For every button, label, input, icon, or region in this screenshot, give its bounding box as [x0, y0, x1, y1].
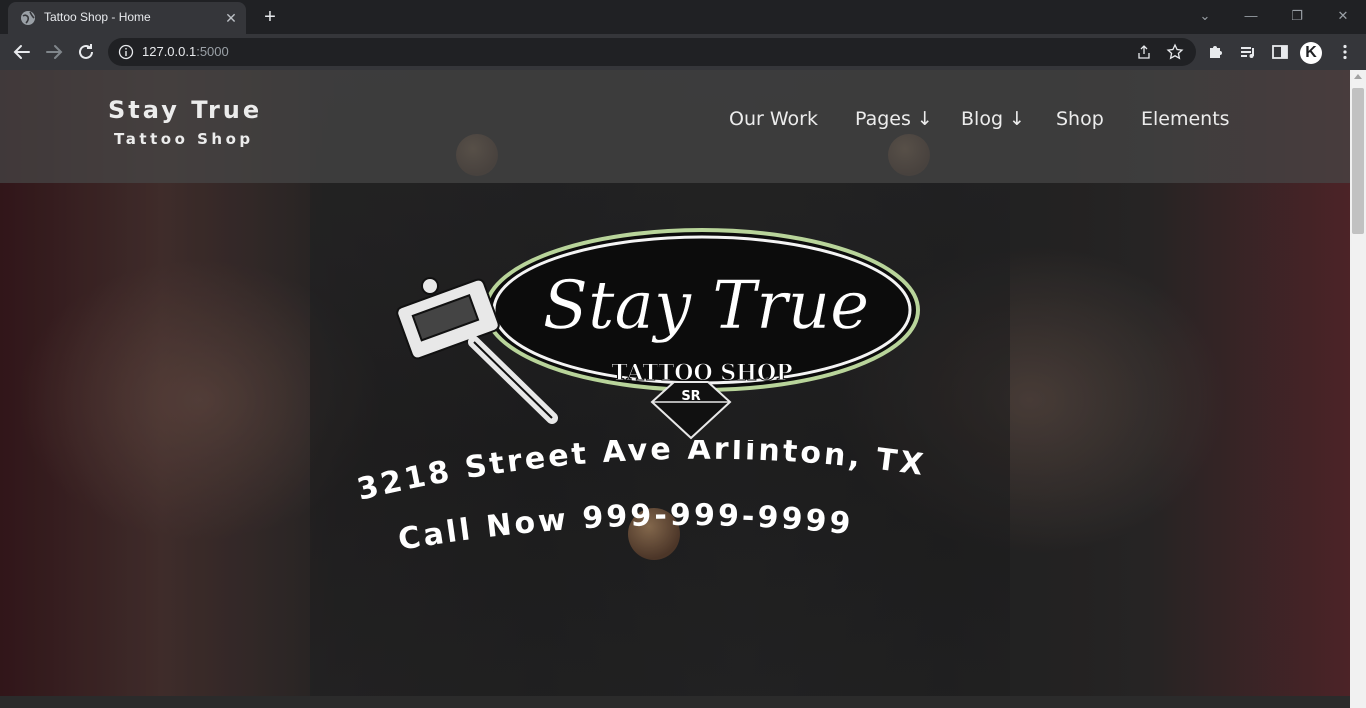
tab-title: Tattoo Shop - Home [44, 10, 151, 24]
new-tab-button[interactable]: + [259, 6, 281, 28]
globe-icon [21, 11, 35, 25]
extensions-puzzle-icon[interactable] [1206, 42, 1226, 62]
shop-logo: Stay True TATTOO SHOP SR [396, 228, 920, 440]
url-text: 127.0.0.1:5000 [142, 44, 229, 59]
logo-monogram: SR [681, 389, 700, 404]
nav-pages[interactable]: Pages ↓ [855, 108, 933, 130]
brand-title[interactable]: Stay True [108, 96, 262, 124]
minimize-button[interactable]: — [1236, 4, 1266, 28]
back-arrow-icon[interactable] [10, 40, 34, 64]
tab-close-icon[interactable]: ✕ [222, 9, 240, 27]
logo-script-text: Stay True [543, 267, 870, 344]
page-bottom-strip [0, 696, 1350, 708]
media-playlist-icon[interactable] [1238, 42, 1258, 62]
site-header: Stay True Tattoo Shop Our Work Pages ↓ B… [0, 70, 1350, 183]
phone-text: Call Now 999-999-9999 [396, 498, 855, 558]
nav-our-work[interactable]: Our Work [729, 108, 818, 130]
close-window-button[interactable]: ✕ [1328, 4, 1358, 28]
address-bar[interactable]: 127.0.0.1:5000 [108, 38, 1196, 66]
page-scrollbar[interactable] [1350, 70, 1366, 708]
address-curved-text: 3218 Street Ave Arlinton, TX Call Now 99… [354, 440, 928, 558]
browser-toolbar: 127.0.0.1:5000 K [0, 34, 1366, 70]
reload-icon[interactable] [74, 40, 98, 64]
browser-tab[interactable]: Tattoo Shop - Home ✕ [8, 2, 246, 34]
browser-menu-icon[interactable] [1336, 43, 1354, 61]
forward-arrow-icon[interactable] [42, 40, 66, 64]
address-path-text: 3218 Street Ave Arlinton, TX [354, 440, 925, 508]
tab-search-dropdown-icon[interactable]: ⌄ [1190, 4, 1220, 28]
phone-path-text: Call Now 999-999-9999 [396, 498, 852, 558]
nav-elements[interactable]: Elements [1141, 108, 1230, 130]
profile-avatar[interactable]: K [1300, 42, 1322, 64]
page-viewport: Stay True Tattoo Shop Our Work Pages ↓ B… [0, 70, 1350, 696]
share-icon[interactable] [1136, 44, 1152, 60]
site-info-icon[interactable] [118, 44, 134, 60]
nav-shop[interactable]: Shop [1056, 108, 1104, 130]
restore-button[interactable]: ❐ [1282, 4, 1312, 28]
bookmark-star-icon[interactable] [1166, 43, 1184, 61]
nav-blog[interactable]: Blog ↓ [961, 108, 1025, 130]
side-panel-icon[interactable] [1270, 42, 1290, 62]
browser-tab-strip: Tattoo Shop - Home ✕ + ⌄ — ❐ ✕ [0, 0, 1366, 34]
scrollbar-thumb[interactable] [1352, 88, 1364, 234]
url-host: 127.0.0.1 [142, 44, 197, 59]
address-text: 3218 Street Ave Arlinton, TX [354, 440, 928, 508]
scroll-up-arrow-icon[interactable] [1354, 74, 1362, 79]
brand-subtitle[interactable]: Tattoo Shop [114, 130, 254, 148]
url-port: :5000 [196, 44, 229, 59]
